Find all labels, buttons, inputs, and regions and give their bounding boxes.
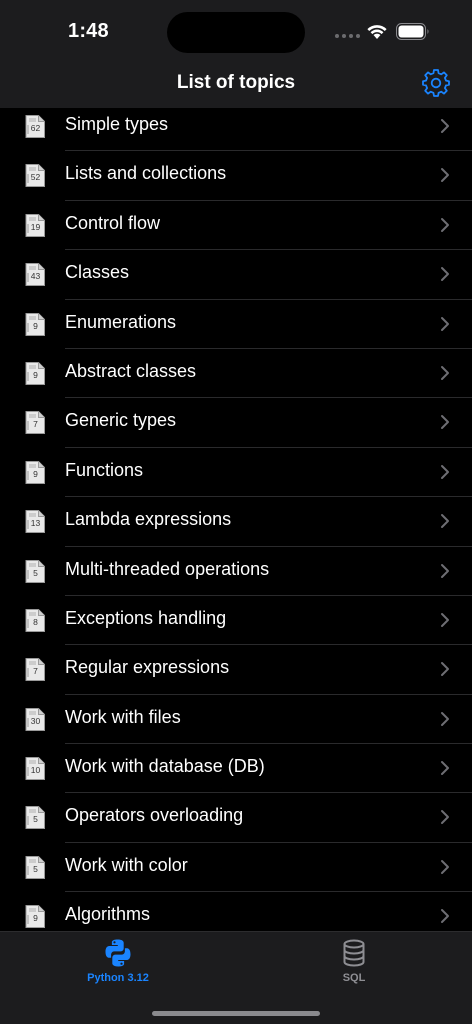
list-item[interactable]: 5 Multi-threaded operations [0, 547, 472, 596]
chevron-right-icon [440, 711, 450, 727]
topic-count: 5 [33, 567, 38, 578]
topic-count: 8 [33, 616, 38, 627]
status-bar: 1:48 [0, 0, 472, 62]
topic-count: 7 [33, 419, 38, 430]
tab-python[interactable]: Python 3.12 [48, 938, 188, 994]
navigation-bar: List of topics [0, 62, 472, 108]
topic-label: Work with database (DB) [65, 756, 265, 777]
tab-sql[interactable]: SQL [284, 938, 424, 994]
topic-label: Generic types [65, 410, 177, 431]
topic-label: Algorithms [65, 904, 151, 925]
list-item[interactable]: 9 Enumerations [0, 300, 472, 349]
list-item[interactable]: 30 Work with files [0, 695, 472, 745]
topic-count: 52 [30, 172, 41, 183]
tab-bar: Python 3.12 SQL [0, 931, 472, 1024]
topic-label: Simple types [65, 114, 169, 134]
list-item[interactable]: 43 Classes [0, 250, 472, 300]
database-icon [343, 939, 365, 967]
topic-label: Exceptions handling [65, 607, 227, 628]
list-item[interactable]: 5 Operators overloading [0, 793, 472, 843]
topic-count: 30 [30, 715, 41, 726]
chevron-right-icon [440, 414, 450, 430]
list-item[interactable]: 7 Regular expressions [0, 645, 472, 695]
topic-label: Regular expressions [65, 657, 230, 678]
chevron-right-icon [440, 513, 450, 529]
python-icon [105, 939, 131, 967]
chevron-right-icon [440, 167, 450, 183]
list-item[interactable]: 62 Simple types [0, 108, 472, 152]
chevron-right-icon [440, 661, 450, 677]
dynamic-island [167, 12, 305, 53]
chevron-right-icon [440, 316, 450, 332]
chevron-right-icon [440, 612, 450, 628]
list-item[interactable]: 9 Abstract classes [0, 349, 472, 399]
topic-label: Functions [65, 459, 144, 480]
topic-count: 43 [30, 271, 41, 282]
list-item[interactable]: 19 Control flow [0, 201, 472, 251]
gear-icon[interactable] [422, 69, 450, 97]
page-title: List of topics [176, 72, 296, 93]
topic-label: Lists and collections [65, 163, 227, 184]
topic-count: 9 [33, 369, 38, 380]
chevron-right-icon [440, 908, 450, 924]
chevron-right-icon [440, 859, 450, 875]
list-item[interactable]: 10 Work with database (DB) [0, 744, 472, 794]
wifi-icon [367, 25, 387, 39]
topic-label: Work with color [65, 854, 188, 875]
topic-count: 5 [33, 814, 38, 825]
topic-list[interactable]: 62 Simple types 52 Lists and collections 19 C… [0, 108, 472, 931]
topic-label: Lambda expressions [65, 509, 232, 530]
topic-count: 19 [30, 221, 41, 232]
topic-count: 9 [33, 320, 38, 331]
chevron-right-icon [440, 365, 450, 381]
topic-count: 13 [30, 518, 41, 529]
list-item[interactable]: 8 Exceptions handling [0, 596, 472, 646]
list-item[interactable]: 52 Lists and collections [0, 151, 472, 201]
topic-label: Operators overloading [65, 805, 244, 826]
topic-count: 5 [33, 863, 38, 874]
topic-label: Multi-threaded operations [65, 558, 270, 579]
chevron-right-icon [440, 464, 450, 480]
topic-label: Work with files [65, 706, 181, 727]
list-item[interactable]: 13 Lambda expressions [0, 497, 472, 547]
chevron-right-icon [440, 760, 450, 776]
list-item[interactable]: 7 Generic types [0, 398, 472, 448]
chevron-right-icon [440, 118, 450, 134]
list-item[interactable]: 9 Algorithms [0, 892, 472, 931]
chevron-right-icon [440, 563, 450, 579]
topic-label: Enumerations [65, 311, 177, 332]
list-item[interactable]: 9 Functions [0, 448, 472, 498]
topic-label: Abstract classes [65, 360, 197, 381]
tab-sql-label: SQL [342, 972, 366, 984]
topic-count: 9 [33, 913, 38, 924]
topic-label: Control flow [65, 212, 161, 233]
topic-count: 9 [33, 468, 38, 479]
topic-count: 62 [30, 123, 41, 133]
list-item[interactable]: 5 Work with color [0, 843, 472, 893]
topic-count: 10 [30, 765, 41, 776]
chevron-right-icon [440, 266, 450, 282]
chevron-right-icon [440, 809, 450, 825]
status-time: 1:48 [68, 20, 109, 42]
topic-label: Classes [65, 262, 130, 283]
battery-icon [396, 23, 429, 40]
topic-list-content: 62 Simple types 52 Lists and collections 19 C… [0, 108, 472, 931]
chevron-right-icon [440, 217, 450, 233]
cellular-signal-icon [335, 34, 360, 38]
topic-count: 7 [33, 666, 38, 677]
tab-python-label: Python 3.12 [87, 972, 149, 984]
home-indicator [152, 1011, 320, 1016]
